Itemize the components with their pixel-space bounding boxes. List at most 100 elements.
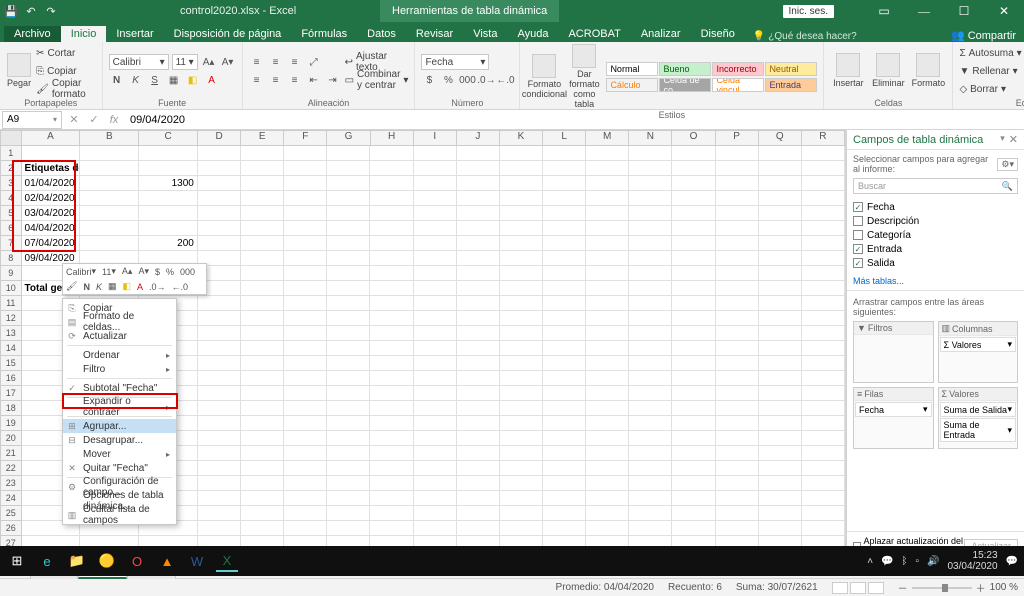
cell-K25[interactable] bbox=[500, 506, 543, 521]
cell-H8[interactable] bbox=[370, 251, 413, 266]
cell-A7[interactable]: 07/04/2020 bbox=[22, 236, 81, 251]
cell-I8[interactable] bbox=[414, 251, 457, 266]
cell-I15[interactable] bbox=[414, 356, 457, 371]
cell-O7[interactable] bbox=[672, 236, 715, 251]
cell-I17[interactable] bbox=[414, 386, 457, 401]
cell-L18[interactable] bbox=[543, 401, 586, 416]
grid[interactable]: ABCDEFGHIJKLMNOPQR 12Etiquetas de fi...3… bbox=[0, 130, 846, 560]
cell-R14[interactable] bbox=[802, 341, 845, 356]
cell-E6[interactable] bbox=[241, 221, 284, 236]
cell-O1[interactable] bbox=[672, 146, 715, 161]
cell-styles-gallery[interactable]: NormalBuenoIncorrectoNeutralCálculoCelda… bbox=[606, 62, 817, 92]
row-header-6[interactable]: 6 bbox=[0, 221, 22, 236]
cell-L6[interactable] bbox=[543, 221, 586, 236]
cell-G4[interactable] bbox=[327, 191, 370, 206]
cell-Q9[interactable] bbox=[759, 266, 802, 281]
cell-K8[interactable] bbox=[500, 251, 543, 266]
cell-J24[interactable] bbox=[457, 491, 500, 506]
taskbar-vlc-icon[interactable]: ▲ bbox=[156, 550, 178, 572]
cell-H24[interactable] bbox=[370, 491, 413, 506]
cell-D21[interactable] bbox=[198, 446, 241, 461]
cell-D15[interactable] bbox=[198, 356, 241, 371]
cell-K9[interactable] bbox=[500, 266, 543, 281]
cell-E5[interactable] bbox=[241, 206, 284, 221]
cell-M17[interactable] bbox=[586, 386, 629, 401]
cell-L13[interactable] bbox=[543, 326, 586, 341]
cell-O5[interactable] bbox=[672, 206, 715, 221]
cell-E23[interactable] bbox=[241, 476, 284, 491]
row-header-10[interactable]: 10 bbox=[0, 281, 22, 296]
cell-I12[interactable] bbox=[414, 311, 457, 326]
close-icon[interactable]: ✕ bbox=[984, 0, 1024, 22]
cell-I1[interactable] bbox=[414, 146, 457, 161]
mini-fontcolor-icon[interactable]: A bbox=[135, 280, 145, 293]
cell-G1[interactable] bbox=[327, 146, 370, 161]
row-header-1[interactable]: 1 bbox=[0, 146, 22, 161]
cell-E3[interactable] bbox=[241, 176, 284, 191]
currency-icon[interactable]: $ bbox=[421, 72, 437, 88]
tray-vol-icon[interactable]: 🔊 bbox=[927, 556, 939, 567]
cell-J10[interactable] bbox=[457, 281, 500, 296]
cell-A3[interactable]: 01/04/2020 bbox=[22, 176, 81, 191]
cell-A5[interactable]: 03/04/2020 bbox=[22, 206, 81, 221]
cell-D11[interactable] bbox=[198, 296, 241, 311]
cell-N5[interactable] bbox=[629, 206, 672, 221]
col-header-L[interactable]: L bbox=[543, 130, 586, 146]
cell-L14[interactable] bbox=[543, 341, 586, 356]
cell-Q18[interactable] bbox=[759, 401, 802, 416]
cell-I7[interactable] bbox=[414, 236, 457, 251]
tab-insertar[interactable]: Insertar bbox=[106, 26, 163, 42]
cell-O23[interactable] bbox=[672, 476, 715, 491]
cell-Q14[interactable] bbox=[759, 341, 802, 356]
dec-decimal-icon[interactable]: ←.0 bbox=[497, 72, 513, 88]
cell-J22[interactable] bbox=[457, 461, 500, 476]
cell-N10[interactable] bbox=[629, 281, 672, 296]
insert-cells-button[interactable]: Insertar bbox=[830, 53, 866, 89]
cell-E7[interactable] bbox=[241, 236, 284, 251]
taskbar-edge-icon[interactable]: e bbox=[36, 550, 58, 572]
col-header-B[interactable]: B bbox=[80, 130, 139, 146]
cell-D3[interactable] bbox=[198, 176, 241, 191]
tab-revisar[interactable]: Revisar bbox=[406, 26, 463, 42]
field-list[interactable]: ✓FechaDescripciónCategoría✓Entrada✓Salid… bbox=[847, 198, 1024, 272]
cell-J17[interactable] bbox=[457, 386, 500, 401]
cell-A1[interactable] bbox=[22, 146, 81, 161]
cell-P26[interactable] bbox=[716, 521, 759, 536]
cell-E8[interactable] bbox=[241, 251, 284, 266]
cell-H19[interactable] bbox=[370, 416, 413, 431]
start-button[interactable]: ⊞ bbox=[6, 550, 28, 572]
cut-button[interactable]: ✂Cortar bbox=[36, 45, 95, 61]
cell-I11[interactable] bbox=[414, 296, 457, 311]
format-as-table-button[interactable]: Dar formato como tabla bbox=[566, 44, 602, 110]
tab-vista[interactable]: Vista bbox=[463, 26, 507, 42]
cell-P22[interactable] bbox=[716, 461, 759, 476]
cell-J2[interactable] bbox=[457, 161, 500, 176]
cell-G22[interactable] bbox=[327, 461, 370, 476]
cell-D20[interactable] bbox=[198, 431, 241, 446]
tab-analizar[interactable]: Analizar bbox=[631, 26, 691, 42]
cell-R25[interactable] bbox=[802, 506, 845, 521]
cell-K12[interactable] bbox=[500, 311, 543, 326]
cell-O21[interactable] bbox=[672, 446, 715, 461]
style-cell[interactable]: Neutral bbox=[765, 62, 817, 76]
cell-M18[interactable] bbox=[586, 401, 629, 416]
mini-comma-icon[interactable]: 000 bbox=[178, 265, 197, 278]
cell-I21[interactable] bbox=[414, 446, 457, 461]
cell-Q13[interactable] bbox=[759, 326, 802, 341]
ctx-remove[interactable]: ✕Quitar "Fecha" bbox=[63, 461, 176, 475]
cell-G6[interactable] bbox=[327, 221, 370, 236]
cell-L17[interactable] bbox=[543, 386, 586, 401]
cell-G23[interactable] bbox=[327, 476, 370, 491]
style-cell[interactable]: Incorrecto bbox=[712, 62, 764, 76]
cell-G20[interactable] bbox=[327, 431, 370, 446]
mini-fill-icon[interactable]: ◧ bbox=[120, 280, 133, 293]
cell-E22[interactable] bbox=[241, 461, 284, 476]
cell-R4[interactable] bbox=[802, 191, 845, 206]
cell-H20[interactable] bbox=[370, 431, 413, 446]
row-header-5[interactable]: 5 bbox=[0, 206, 22, 221]
fx-icon[interactable]: fx bbox=[104, 114, 124, 126]
field-checkbox[interactable] bbox=[853, 216, 863, 226]
column-headers[interactable]: ABCDEFGHIJKLMNOPQR bbox=[0, 130, 845, 146]
cell-K26[interactable] bbox=[500, 521, 543, 536]
cell-G7[interactable] bbox=[327, 236, 370, 251]
